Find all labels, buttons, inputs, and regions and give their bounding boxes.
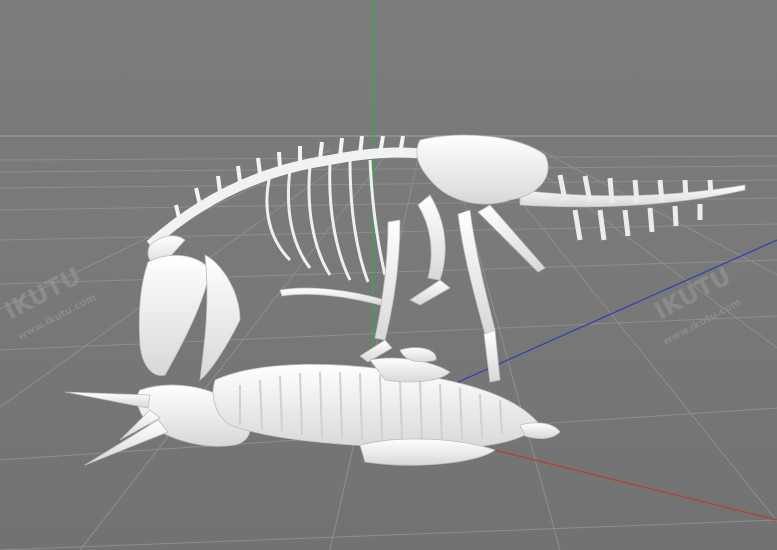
- triceratops-horn-brow: [64, 391, 151, 409]
- trex-femur: [417, 194, 446, 281]
- trex-skeleton[interactable]: [138, 134, 746, 383]
- trex-ribs: [265, 159, 387, 283]
- watermark-logo: IKUTU: [0, 262, 86, 325]
- trex-skull: [138, 255, 211, 376]
- trex-pubis: [477, 204, 546, 273]
- trex-gastralia: [279, 287, 386, 306]
- trex-pelvis: [416, 134, 549, 205]
- viewport-scene[interactable]: IKUTU www.ikutu.com IKUTU www.ikutu.com: [0, 0, 777, 550]
- triceratops-tail: [519, 422, 561, 440]
- trex-foot: [409, 279, 451, 306]
- trex-tail-vertebrae: [557, 174, 714, 241]
- triceratops-skeleton[interactable]: [64, 347, 561, 466]
- 3d-viewport[interactable]: IKUTU www.ikutu.com IKUTU www.ikutu.com: [0, 0, 777, 550]
- trex-tibia: [457, 209, 496, 335]
- trex-metatarsal: [483, 329, 501, 383]
- triceratops-horn-brow-2: [84, 419, 169, 466]
